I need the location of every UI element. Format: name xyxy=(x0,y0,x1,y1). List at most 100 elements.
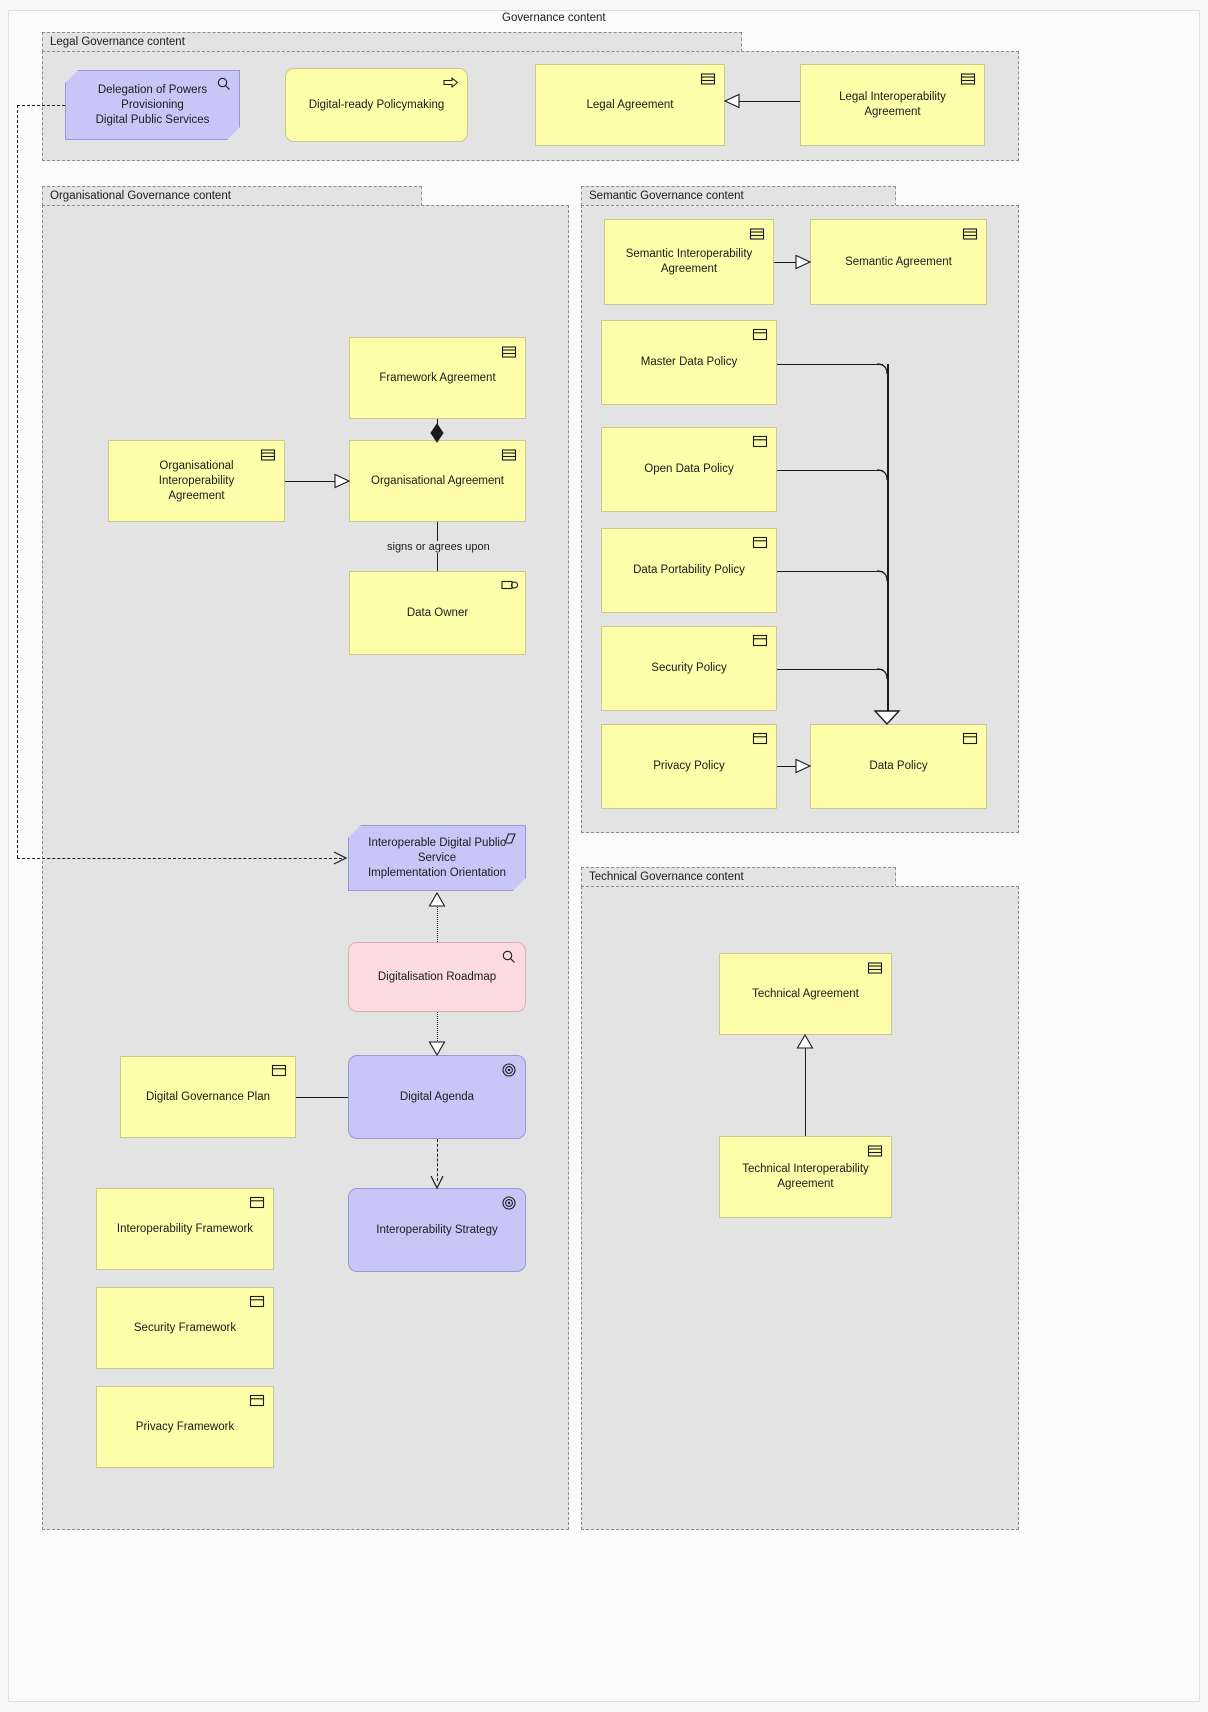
business-object-icon xyxy=(962,732,978,746)
business-object-icon xyxy=(752,328,768,342)
diagram-title: Governance content xyxy=(502,12,606,24)
node-digital-agenda[interactable]: Digital Agenda xyxy=(348,1055,526,1139)
node-digital-governance-plan[interactable]: Digital Governance Plan xyxy=(120,1056,296,1138)
node-label: Privacy Framework xyxy=(135,1420,235,1433)
business-object-icon xyxy=(249,1196,265,1210)
node-label: Legal Agreement xyxy=(586,98,674,111)
contract-icon xyxy=(749,227,765,241)
group-tab-semantic: Semantic Governance content xyxy=(581,186,896,206)
node-organisational-interoperability-agreement[interactable]: Organisational Interoperability Agreemen… xyxy=(108,440,285,522)
node-label: Semantic Agreement xyxy=(845,255,952,268)
edge-privacy-data-policy xyxy=(777,766,798,767)
contract-icon xyxy=(501,345,517,359)
business-object-icon xyxy=(752,732,768,746)
contract-icon xyxy=(501,448,517,462)
business-object-icon xyxy=(752,435,768,449)
edge-master-bus xyxy=(777,364,883,365)
group-tab-legal: Legal Governance content xyxy=(42,32,742,52)
business-role-icon xyxy=(501,579,519,593)
business-object-icon xyxy=(249,1295,265,1309)
contract-icon xyxy=(962,227,978,241)
node-label: Interoperable Digital Public Service Imp… xyxy=(367,836,507,879)
edge-portability-bus xyxy=(777,571,883,572)
contract-icon xyxy=(260,448,276,462)
contract-icon xyxy=(700,72,716,86)
node-organisational-agreement[interactable]: Organisational Agreement xyxy=(349,440,526,522)
node-label: Legal Interoperability Agreement xyxy=(839,91,946,118)
node-technical-interoperability-agreement[interactable]: Technical Interoperability Agreement xyxy=(719,1136,892,1218)
node-interoperability-strategy[interactable]: Interoperability Strategy xyxy=(348,1188,526,1272)
node-data-portability-policy[interactable]: Data Portability Policy xyxy=(601,528,777,613)
node-framework-agreement[interactable]: Framework Agreement xyxy=(349,337,526,419)
node-label: Interoperability Framework xyxy=(116,1222,254,1235)
node-legal-interoperability-agreement[interactable]: Legal Interoperability Agreement xyxy=(800,64,985,146)
node-privacy-framework[interactable]: Privacy Framework xyxy=(96,1386,274,1468)
node-label: Privacy Policy xyxy=(653,760,725,772)
edge-influence-v xyxy=(17,105,18,858)
edge-open-bus xyxy=(777,470,883,471)
edge-technical-specialization xyxy=(805,1048,806,1136)
edge-framework-composition xyxy=(437,419,438,440)
edge-security-bus xyxy=(777,669,883,670)
node-label: Technical Agreement xyxy=(752,987,859,1000)
edge-realization-roadmap-agenda xyxy=(437,1012,438,1043)
business-object-icon xyxy=(271,1064,287,1078)
group-tab-organisational: Organisational Governance content xyxy=(42,186,422,206)
node-security-framework[interactable]: Security Framework xyxy=(96,1287,274,1369)
edge-realization-roadmap-orientation xyxy=(437,903,438,942)
node-open-data-policy[interactable]: Open Data Policy xyxy=(601,427,777,512)
node-semantic-interoperability-agreement[interactable]: Semantic Interoperability Agreement xyxy=(604,219,774,305)
node-digitalisation-roadmap[interactable]: Digitalisation Roadmap xyxy=(348,942,526,1012)
node-technical-agreement[interactable]: Technical Agreement xyxy=(719,953,892,1035)
edge-influence-h-top xyxy=(17,105,65,106)
node-label: Open Data Policy xyxy=(644,463,734,475)
principle-icon xyxy=(502,832,518,846)
edge-label-signs-or-agrees-upon: signs or agrees upon xyxy=(383,541,494,553)
edge-agenda-strategy xyxy=(437,1139,438,1181)
edge-legal-specialization xyxy=(737,101,800,102)
node-semantic-agreement[interactable]: Semantic Agreement xyxy=(810,219,987,305)
edge-plan-agenda xyxy=(296,1097,348,1098)
node-label: Digital-ready Policymaking xyxy=(308,98,445,111)
node-privacy-policy[interactable]: Privacy Policy xyxy=(601,724,777,809)
node-label: Data Policy xyxy=(869,760,928,772)
magnifier-icon xyxy=(216,77,232,91)
node-digital-ready-policymaking[interactable]: Digital-ready Policymaking xyxy=(285,68,468,142)
diagram-canvas: Governance content Legal Governance cont… xyxy=(0,0,1208,1712)
node-label: Interoperability Strategy xyxy=(376,1223,498,1236)
node-label: Digital Agenda xyxy=(399,1090,475,1103)
node-label: Data Owner xyxy=(406,606,469,619)
node-data-policy[interactable]: Data Policy xyxy=(810,724,987,809)
contract-icon xyxy=(867,1144,883,1158)
edge-org-specialization xyxy=(285,481,337,482)
node-label: Framework Agreement xyxy=(379,371,496,384)
group-tab-technical: Technical Governance content xyxy=(581,867,896,887)
node-label: Data Portability Policy xyxy=(633,564,745,576)
goal-icon xyxy=(501,1196,517,1210)
node-label: Master Data Policy xyxy=(640,356,738,368)
node-label: Delegation of Powers Provisioning Digita… xyxy=(95,83,210,126)
node-security-policy[interactable]: Security Policy xyxy=(601,626,777,711)
node-label: Digitalisation Roadmap xyxy=(377,970,497,983)
node-label: Semantic Interoperability Agreement xyxy=(625,248,753,275)
node-legal-agreement[interactable]: Legal Agreement xyxy=(535,64,725,146)
arrow-right-icon xyxy=(443,76,459,90)
node-interoperable-orientation[interactable]: Interoperable Digital Public Service Imp… xyxy=(348,825,526,891)
node-label: Security Policy xyxy=(651,662,727,674)
node-master-data-policy[interactable]: Master Data Policy xyxy=(601,320,777,405)
contract-icon xyxy=(867,961,883,975)
edge-policy-bus-vertical xyxy=(887,364,889,714)
edge-influence-h-bottom xyxy=(17,858,342,859)
node-label: Organisational Agreement xyxy=(371,474,504,487)
node-delegation-of-powers[interactable]: Delegation of Powers Provisioning Digita… xyxy=(65,70,240,140)
business-object-icon xyxy=(249,1394,265,1408)
node-data-owner[interactable]: Data Owner xyxy=(349,571,526,655)
magnifier-icon xyxy=(501,950,517,964)
business-object-icon xyxy=(752,634,768,648)
edge-semantic-specialization xyxy=(774,262,798,263)
node-label: Security Framework xyxy=(133,1321,237,1334)
goal-icon xyxy=(501,1063,517,1077)
node-interoperability-framework[interactable]: Interoperability Framework xyxy=(96,1188,274,1270)
contract-icon xyxy=(960,72,976,86)
node-label: Technical Interoperability Agreement xyxy=(742,1163,869,1190)
